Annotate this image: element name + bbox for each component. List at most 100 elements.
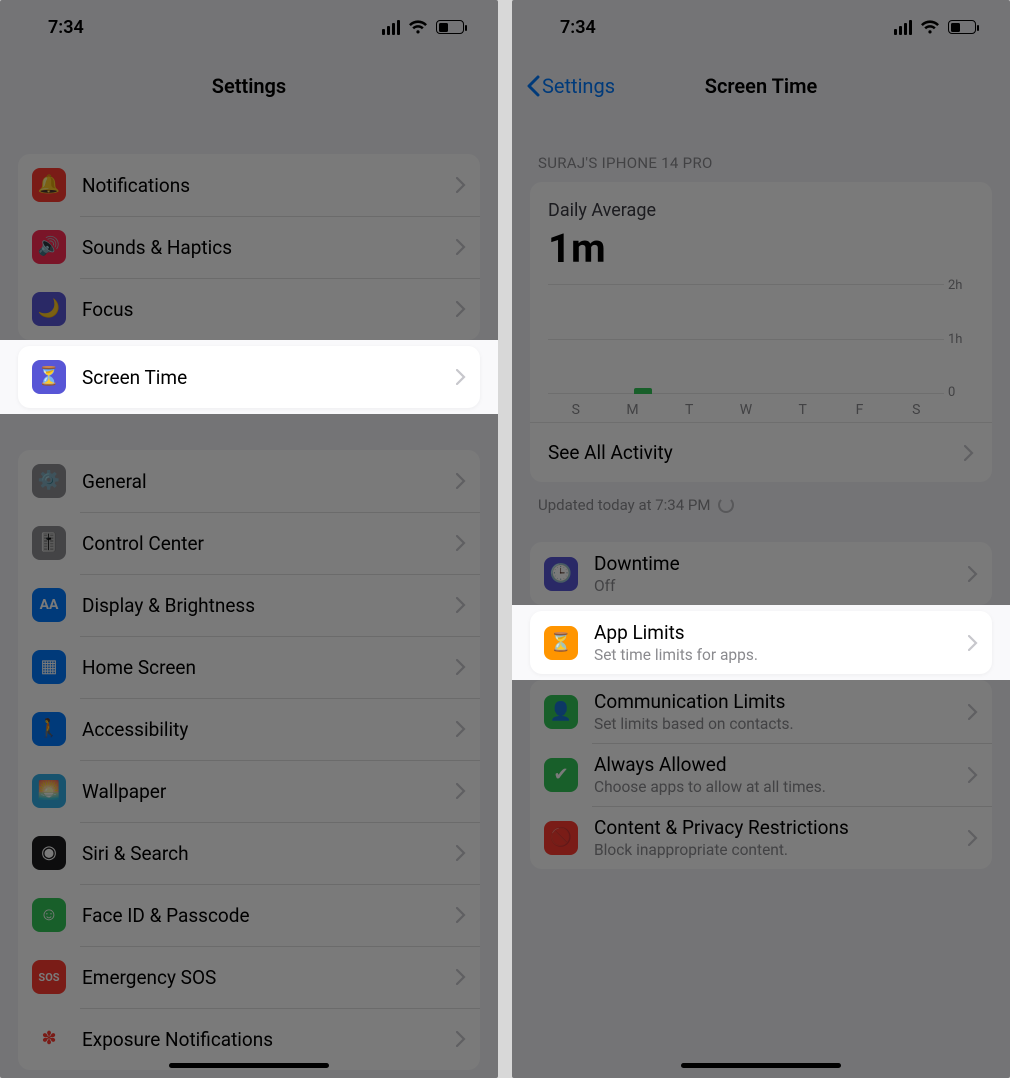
nav-header: Settings Screen Time bbox=[512, 54, 1010, 118]
row-label: Face ID & Passcode bbox=[82, 904, 440, 927]
row-subtitle: Set limits based on contacts. bbox=[594, 715, 952, 733]
row-title: App Limits bbox=[594, 621, 952, 644]
settings-row-notifications[interactable]: 🔔 Notifications bbox=[18, 154, 480, 216]
avg-value: 1m bbox=[548, 225, 974, 272]
chevron-left-icon bbox=[526, 75, 540, 97]
y-tick: 2h bbox=[948, 278, 974, 293]
updated-label: Updated today at 7:34 PM bbox=[538, 496, 710, 514]
row-always-allowed[interactable]: ✔︎ Always Allowed Choose apps to allow a… bbox=[530, 743, 992, 806]
settings-row-control-center[interactable]: 🎚️ Control Center bbox=[18, 512, 480, 574]
person-icon: 👤 bbox=[544, 695, 578, 729]
settings-group-2: ⚙️ General 🎚️ Control Center AA Display … bbox=[18, 450, 480, 1070]
row-title: Communication Limits bbox=[594, 690, 952, 713]
settings-screen: 7:34 Settings 🔔 Notifications 🔊 Sounds &… bbox=[0, 0, 498, 1078]
status-time: 7:34 bbox=[560, 17, 596, 38]
settings-row-siri[interactable]: ◉ Siri & Search bbox=[18, 822, 480, 884]
chevron-right-icon bbox=[964, 445, 974, 461]
row-downtime[interactable]: 🕒 Downtime Off bbox=[530, 542, 992, 605]
day-tick: S bbox=[548, 402, 603, 418]
chart-bar bbox=[634, 388, 652, 394]
chevron-right-icon bbox=[456, 369, 466, 385]
wifi-icon bbox=[408, 20, 428, 35]
settings-row-home-screen[interactable]: ▦ Home Screen bbox=[18, 636, 480, 698]
bell-icon: 🔔 bbox=[32, 168, 66, 202]
chevron-right-icon bbox=[968, 767, 978, 783]
settings-row-sounds[interactable]: 🔊 Sounds & Haptics bbox=[18, 216, 480, 278]
row-label: General bbox=[82, 470, 440, 493]
usage-card: Daily Average 1m 2h 1h 0 S M T W bbox=[530, 182, 992, 482]
chevron-right-icon bbox=[456, 301, 466, 317]
row-title: Downtime bbox=[594, 552, 952, 575]
toggles-icon: 🎚️ bbox=[32, 526, 66, 560]
day-tick: T bbox=[775, 402, 830, 418]
row-label: Exposure Notifications bbox=[82, 1028, 440, 1051]
row-app-limits[interactable]: ⏳ App Limits Set time limits for apps. bbox=[530, 611, 992, 674]
status-bar: 7:34 bbox=[512, 0, 1010, 54]
limits-group-2: 👤 Communication Limits Set limits based … bbox=[530, 680, 992, 869]
nav-header: Settings bbox=[0, 54, 498, 118]
see-all-label: See All Activity bbox=[548, 441, 673, 464]
faceid-icon: ☺ bbox=[32, 898, 66, 932]
highlight-app-limits: ⏳ App Limits Set time limits for apps. bbox=[512, 605, 1010, 680]
back-label: Settings bbox=[542, 74, 615, 98]
wifi-icon bbox=[920, 20, 940, 35]
settings-row-sos[interactable]: SOS Emergency SOS bbox=[18, 946, 480, 1008]
settings-row-general[interactable]: ⚙️ General bbox=[18, 450, 480, 512]
sos-icon: SOS bbox=[32, 960, 66, 994]
settings-row-exposure[interactable]: ✽ Exposure Notifications bbox=[18, 1008, 480, 1070]
chevron-right-icon bbox=[456, 845, 466, 861]
hourglass-icon: ⏳ bbox=[32, 360, 66, 394]
home-indicator[interactable] bbox=[169, 1063, 329, 1068]
chevron-right-icon bbox=[968, 566, 978, 582]
status-bar: 7:34 bbox=[0, 0, 498, 54]
wallpaper-icon: 🌅 bbox=[32, 774, 66, 808]
chevron-right-icon bbox=[968, 635, 978, 651]
chevron-right-icon bbox=[456, 783, 466, 799]
home-indicator[interactable] bbox=[681, 1063, 841, 1068]
chevron-right-icon bbox=[456, 1031, 466, 1047]
updated-text: Updated today at 7:34 PM bbox=[530, 482, 992, 514]
chevron-right-icon bbox=[456, 721, 466, 737]
settings-row-accessibility[interactable]: 🚶 Accessibility bbox=[18, 698, 480, 760]
row-content-privacy[interactable]: 🚫 Content & Privacy Restrictions Block i… bbox=[530, 806, 992, 869]
settings-content: 🔔 Notifications 🔊 Sounds & Haptics 🌙 Foc… bbox=[0, 154, 498, 1078]
moon-icon: 🌙 bbox=[32, 292, 66, 326]
spinner-icon bbox=[718, 497, 734, 513]
row-communication-limits[interactable]: 👤 Communication Limits Set limits based … bbox=[530, 680, 992, 743]
row-label: Control Center bbox=[82, 532, 440, 555]
day-tick: T bbox=[662, 402, 717, 418]
usage-chart: 2h 1h 0 S M T W T F S bbox=[548, 284, 974, 414]
row-label: Focus bbox=[82, 298, 440, 321]
settings-row-wallpaper[interactable]: 🌅 Wallpaper bbox=[18, 760, 480, 822]
back-button[interactable]: Settings bbox=[526, 74, 615, 98]
settings-row-display[interactable]: AA Display & Brightness bbox=[18, 574, 480, 636]
row-title: Always Allowed bbox=[594, 753, 952, 776]
chevron-right-icon bbox=[456, 177, 466, 193]
chevron-right-icon bbox=[456, 239, 466, 255]
row-label: Notifications bbox=[82, 174, 440, 197]
row-subtitle: Block inappropriate content. bbox=[594, 841, 952, 859]
see-all-activity[interactable]: See All Activity bbox=[530, 422, 992, 482]
limits-group: 🕒 Downtime Off bbox=[530, 542, 992, 605]
gear-icon: ⚙️ bbox=[32, 464, 66, 498]
row-label: Siri & Search bbox=[82, 842, 440, 865]
status-indicators bbox=[894, 20, 976, 35]
chevron-right-icon bbox=[968, 830, 978, 846]
row-label: Emergency SOS bbox=[82, 966, 440, 989]
text-size-icon: AA bbox=[32, 588, 66, 622]
speaker-icon: 🔊 bbox=[32, 230, 66, 264]
settings-row-faceid[interactable]: ☺ Face ID & Passcode bbox=[18, 884, 480, 946]
row-label: Wallpaper bbox=[82, 780, 440, 803]
highlight-screen-time: ⏳ Screen Time bbox=[0, 340, 498, 414]
chevron-right-icon bbox=[456, 969, 466, 985]
y-tick: 0 bbox=[948, 385, 974, 400]
settings-row-screen-time[interactable]: ⏳ Screen Time bbox=[18, 346, 480, 408]
day-tick: F bbox=[832, 402, 887, 418]
no-entry-icon: 🚫 bbox=[544, 821, 578, 855]
row-subtitle: Set time limits for apps. bbox=[594, 646, 952, 664]
check-icon: ✔︎ bbox=[544, 758, 578, 792]
cellular-icon bbox=[382, 20, 400, 35]
grid-icon: ▦ bbox=[32, 650, 66, 684]
settings-row-focus[interactable]: 🌙 Focus bbox=[18, 278, 480, 340]
chevron-right-icon bbox=[456, 597, 466, 613]
